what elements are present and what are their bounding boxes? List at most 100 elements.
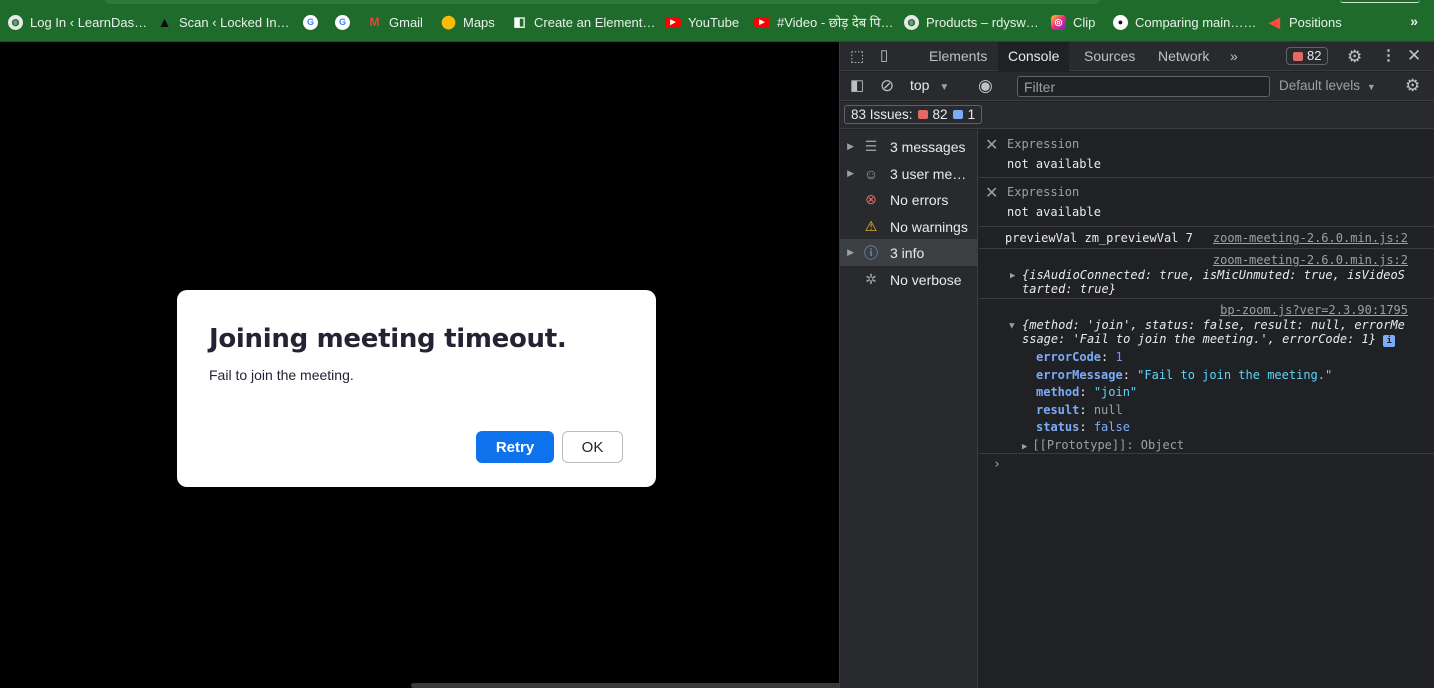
- live-expression-1: ✕ Expression not available: [979, 130, 1434, 178]
- tab-network[interactable]: Network: [1148, 42, 1219, 71]
- positions-icon: ◀: [1269, 13, 1280, 30]
- device-toolbar-icon[interactable]: ▯: [880, 48, 888, 63]
- bookmark-label: Products – rdysw…: [926, 14, 1039, 30]
- live-expression-eye-icon[interactable]: ◉: [978, 77, 993, 94]
- element-icon: ◧: [513, 14, 526, 29]
- inspect-element-icon[interactable]: ⬚: [850, 49, 864, 64]
- bookmark-learndash[interactable]: ◍ Log In ‹ LearnDas…: [8, 13, 147, 31]
- bookmark-create-element[interactable]: ◧ Create an Element…: [512, 13, 655, 31]
- close-devtools-icon[interactable]: ✕: [1407, 47, 1421, 64]
- globe-icon: ◍: [8, 14, 23, 30]
- bookmark-label: #Video - छोड़ देब पि…: [777, 15, 894, 30]
- sidebar-item-label: No verbose: [890, 271, 962, 288]
- object-properties: errorCode: 1 errorMessage: "Fail to join…: [1022, 349, 1333, 456]
- bookmarks-overflow-button[interactable]: »: [1410, 13, 1418, 29]
- console-settings-gear-icon[interactable]: ⚙: [1405, 77, 1420, 94]
- bookmark-positions[interactable]: ◀ Positions: [1267, 13, 1342, 31]
- console-prompt-icon[interactable]: ›: [993, 457, 1001, 472]
- more-tabs-button[interactable]: »: [1220, 42, 1248, 71]
- youtube-icon: ▶: [665, 16, 681, 28]
- dialog-message: Fail to join the meeting.: [209, 367, 354, 383]
- sidebar-item-label: 3 user me…: [890, 165, 967, 182]
- bookmark-video[interactable]: ▶ #Video - छोड़ देब पि…: [754, 13, 894, 31]
- profile-button-edge[interactable]: [1340, 0, 1420, 3]
- sidebar-item-user-messages[interactable]: ▶ ☺ 3 user me…: [840, 160, 978, 187]
- bookmark-google-2[interactable]: G: [335, 13, 350, 31]
- info-icon[interactable]: i: [1383, 335, 1396, 347]
- tab-console[interactable]: Console: [998, 42, 1070, 71]
- source-link[interactable]: zoom-meeting-2.6.0.min.js:2: [1213, 253, 1408, 267]
- github-icon: ●: [1113, 14, 1128, 30]
- sidebar-item-verbose[interactable]: ✲ No verbose: [840, 266, 978, 293]
- source-link[interactable]: zoom-meeting-2.6.0.min.js:2: [1213, 231, 1408, 245]
- sidebar-item-label: 3 messages: [890, 138, 966, 155]
- settings-gear-icon[interactable]: ⚙: [1347, 48, 1362, 65]
- ok-button[interactable]: OK: [562, 431, 623, 463]
- expand-arrow-icon[interactable]: ▶: [1022, 442, 1027, 452]
- issues-info-count: 1: [967, 107, 976, 122]
- expand-arrow-icon[interactable]: ▶: [1010, 271, 1015, 281]
- retry-button[interactable]: Retry: [476, 431, 554, 463]
- object-preview-line[interactable]: {isAudioConnected: true, isMicUnmuted: t…: [1022, 268, 1405, 282]
- bookmark-label: Create an Element…: [534, 14, 656, 30]
- sidebar-item-messages[interactable]: ▶ ☰ 3 messages: [840, 133, 978, 160]
- object-property: status: false: [1036, 420, 1130, 434]
- collapse-arrow-icon[interactable]: ▶: [1007, 323, 1017, 328]
- prototype-row[interactable]: ▶ [[Prototype]]: Object: [1022, 437, 1332, 457]
- bookmark-scan[interactable]: ▲ Scan ‹ Locked In…: [157, 13, 290, 31]
- error-icon: [917, 110, 928, 119]
- issues-button[interactable]: 83 Issues: 82 1: [844, 105, 983, 124]
- object-property: errorMessage: "Fail to join the meeting.…: [1036, 367, 1333, 382]
- bookmark-label: Clip: [1073, 14, 1096, 30]
- log-levels-dropdown[interactable]: Default levels ▼: [1279, 78, 1376, 93]
- youtube-icon: ▶: [754, 16, 770, 28]
- bookmark-google-1[interactable]: G: [303, 13, 318, 31]
- property-value: false: [1093, 420, 1130, 434]
- tab-sources[interactable]: Sources: [1074, 42, 1145, 71]
- property-value: null: [1093, 402, 1123, 417]
- sidebar-item-warnings[interactable]: ⚠ No warnings: [840, 213, 978, 240]
- bookmark-comparing[interactable]: ● Comparing main……: [1113, 13, 1256, 31]
- property-key: errorCode: [1036, 350, 1102, 364]
- context-label: top: [910, 77, 930, 93]
- error-count-badge[interactable]: 82: [1286, 47, 1329, 65]
- sidebar-item-info[interactable]: ▶ ⓘ 3 info: [840, 239, 978, 266]
- remove-expression-close-icon[interactable]: ✕: [985, 135, 998, 155]
- bookmark-clip[interactable]: ◎ Clip: [1051, 13, 1095, 31]
- remove-expression-close-icon[interactable]: ✕: [985, 183, 998, 203]
- bookmark-products[interactable]: ◍ Products – rdysw…: [904, 13, 1039, 31]
- expression-label[interactable]: Expression: [1007, 185, 1079, 199]
- chevron-down-icon: ▼: [1366, 82, 1376, 92]
- bookmark-label: Positions: [1289, 14, 1342, 30]
- google-icon: G: [303, 14, 318, 30]
- issues-bar: 83 Issues: 82 1: [840, 102, 1434, 129]
- property-value: "Fail to join the meeting.": [1137, 367, 1333, 382]
- error-icon: ⊗: [865, 191, 877, 207]
- bookmark-youtube[interactable]: ▶ YouTube: [665, 13, 739, 31]
- google-icon: G: [335, 14, 350, 30]
- source-link[interactable]: bp-zoom.js?ver=2.3.90:1795: [1220, 303, 1408, 317]
- context-selector[interactable]: top ▼: [910, 77, 949, 93]
- tab-strip-edge: [105, 0, 1100, 4]
- object-preview-line[interactable]: {method: 'join', status: false, result: …: [1022, 318, 1405, 332]
- live-expression-2: ✕ Expression not available: [979, 178, 1434, 227]
- object-preview-line[interactable]: ssage: 'Fail to join the meeting.', erro…: [1022, 332, 1376, 346]
- sidebar-item-errors[interactable]: ⊗ No errors: [840, 186, 978, 213]
- console-filter-input[interactable]: [1017, 76, 1270, 97]
- devtools-tab-bar: ⬚ ▯ Elements Console Sources Network » 8…: [840, 42, 1434, 71]
- sidebar-toggle-icon[interactable]: ◧: [850, 78, 864, 93]
- more-options-icon[interactable]: ⋮: [1381, 48, 1396, 63]
- expression-label[interactable]: Expression: [1007, 137, 1079, 151]
- object-preview-line[interactable]: tarted: true}: [1022, 282, 1116, 296]
- bookmark-maps[interactable]: ⬤ Maps: [441, 13, 495, 31]
- sidebar-item-label: No warnings: [890, 218, 968, 235]
- property-value: "join": [1093, 385, 1138, 399]
- expand-arrow-icon: ▶: [847, 247, 854, 257]
- clear-console-icon[interactable]: ⊘: [880, 77, 894, 94]
- bookmark-label: YouTube: [688, 14, 740, 30]
- gmail-icon: M: [369, 15, 380, 29]
- globe-icon: ◍: [904, 14, 919, 30]
- console-sidebar: ▶ ☰ 3 messages ▶ ☺ 3 user me… ⊗ No error…: [840, 130, 978, 688]
- tab-elements[interactable]: Elements: [919, 42, 997, 71]
- bookmark-gmail[interactable]: M Gmail: [367, 13, 423, 31]
